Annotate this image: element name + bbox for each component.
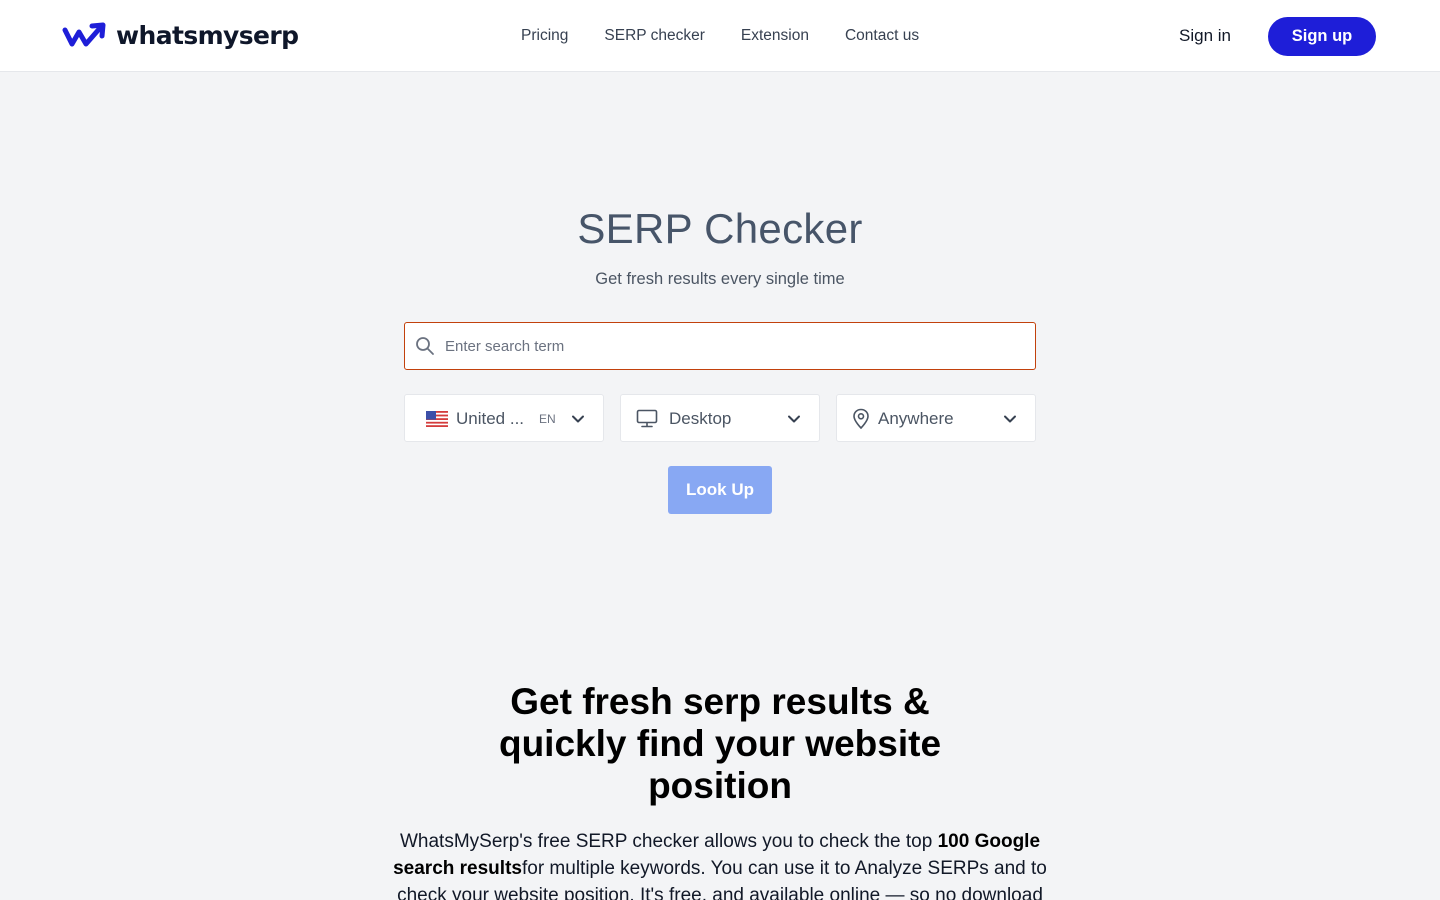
search-input[interactable]: [445, 331, 1025, 361]
search-icon: [416, 337, 434, 355]
location-value: Anywhere: [878, 409, 954, 428]
map-pin-icon: [853, 408, 869, 430]
country-value: United ...: [456, 409, 525, 428]
us-flag-icon: [426, 411, 448, 427]
section-title: Get fresh serp results & quickly find yo…: [498, 681, 942, 806]
nav-contact-us[interactable]: Contact us: [845, 27, 919, 45]
main-nav: Pricing SERP checker Extension Contact u…: [521, 24, 919, 48]
device-value: Desktop: [669, 409, 732, 428]
search-box: [404, 322, 1036, 370]
chevron-down-icon: [1004, 415, 1016, 423]
country-select[interactable]: United ... EN: [404, 394, 604, 442]
section-text-part: WhatsMySerp's free SERP checker allows y…: [399, 831, 938, 852]
logo-mark-icon: [62, 22, 106, 47]
section-description: WhatsMySerp's free SERP checker allows y…: [390, 828, 1050, 900]
look-up-button[interactable]: Look Up: [668, 466, 772, 514]
chevron-down-icon: [788, 415, 800, 423]
nav-extension[interactable]: Extension: [741, 27, 809, 45]
nav-pricing[interactable]: Pricing: [521, 27, 568, 45]
logo[interactable]: whatsmyserp: [62, 18, 299, 52]
top-header: whatsmyserp Pricing SERP checker Extensi…: [0, 0, 1440, 72]
page-title: SERP Checker: [577, 205, 863, 252]
chevron-down-icon: [572, 415, 584, 423]
desktop-icon: [636, 409, 658, 428]
nav-serp-checker[interactable]: SERP checker: [604, 27, 705, 45]
location-select[interactable]: Anywhere: [836, 394, 1036, 442]
sign-up-button[interactable]: Sign up: [1268, 17, 1376, 56]
logo-text: whatsmyserp: [116, 20, 299, 50]
page-subtitle: Get fresh results every single time: [595, 270, 845, 288]
language-code: EN: [539, 412, 556, 426]
sign-in-link[interactable]: Sign in: [1179, 24, 1231, 48]
device-select[interactable]: Desktop: [620, 394, 820, 442]
